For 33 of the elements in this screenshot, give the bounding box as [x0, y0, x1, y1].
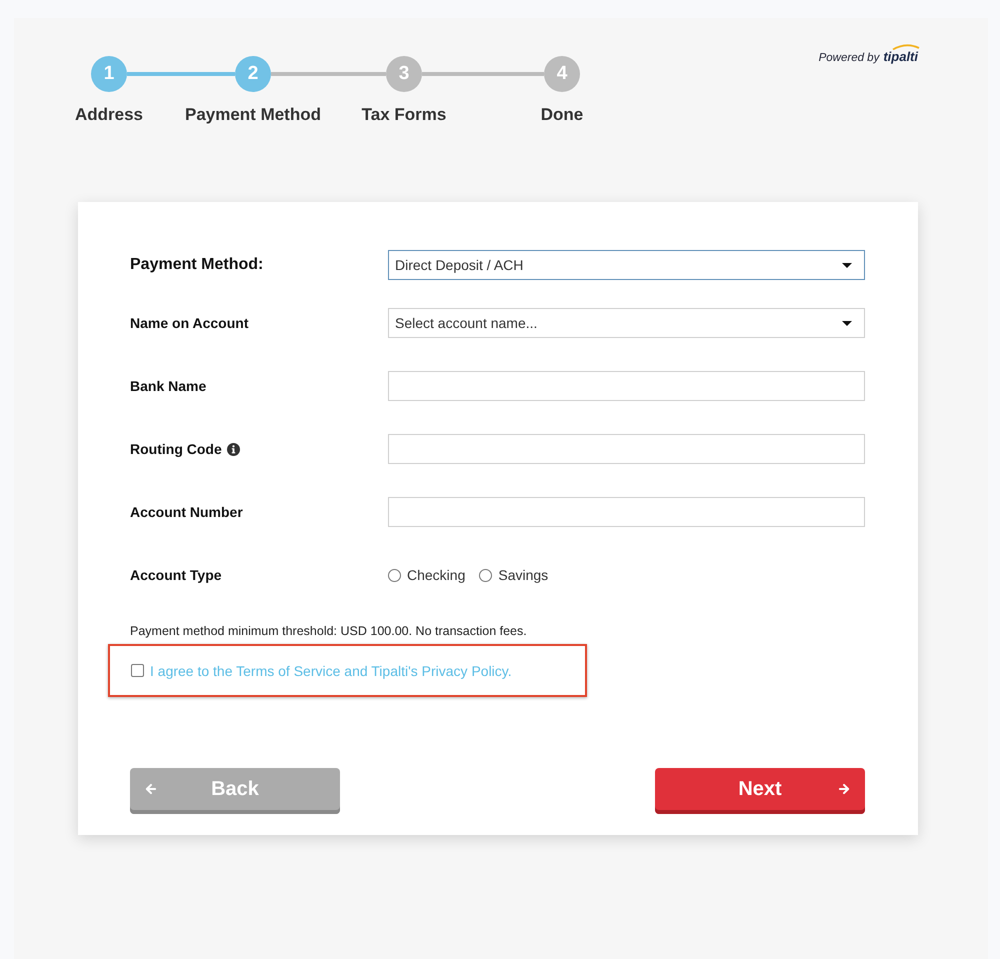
step-number: 1 — [91, 56, 127, 92]
dropdown[interactable]: Direct Deposit / ACH — [388, 250, 865, 280]
input-field[interactable] — [388, 497, 865, 527]
radio-button[interactable] — [388, 568, 401, 582]
caret-icon — [842, 262, 852, 268]
step-number: 2 — [235, 56, 271, 92]
step-number: 4 — [544, 56, 580, 92]
brand-name: tipalti — [883, 49, 918, 64]
radio-button[interactable] — [479, 568, 492, 582]
powered-by-text: Powered by — [818, 52, 880, 64]
caret-icon — [842, 320, 852, 326]
field-label: Name on Account — [130, 315, 248, 331]
threshold-note: Payment method minimum threshold: USD 100.00. No transaction fees. — [130, 624, 527, 638]
step-label: Payment Method — [184, 105, 322, 125]
checkbox[interactable] — [131, 664, 144, 677]
step-label: Address — [74, 105, 144, 125]
back-button[interactable]: Back — [130, 768, 340, 814]
field-label: Account Type — [130, 567, 222, 583]
field-label: Payment Method: — [130, 256, 264, 274]
option-label: Checking — [407, 567, 466, 583]
field-label: Account Number — [130, 504, 243, 520]
option-label: Savings — [498, 567, 548, 583]
step-label: Done — [540, 105, 584, 125]
field-label: Bank Name — [130, 378, 206, 394]
step-label: Tax Forms — [362, 105, 446, 125]
dropdown[interactable]: Select account name... — [388, 308, 865, 338]
arrow-right-icon — [837, 782, 851, 796]
input-field[interactable] — [388, 371, 865, 401]
step-number: 3 — [386, 56, 422, 92]
field-label: Routing Code — [130, 441, 222, 457]
next-button[interactable]: Next — [655, 768, 865, 814]
arc-icon — [892, 44, 920, 50]
input-field[interactable] — [388, 434, 865, 464]
